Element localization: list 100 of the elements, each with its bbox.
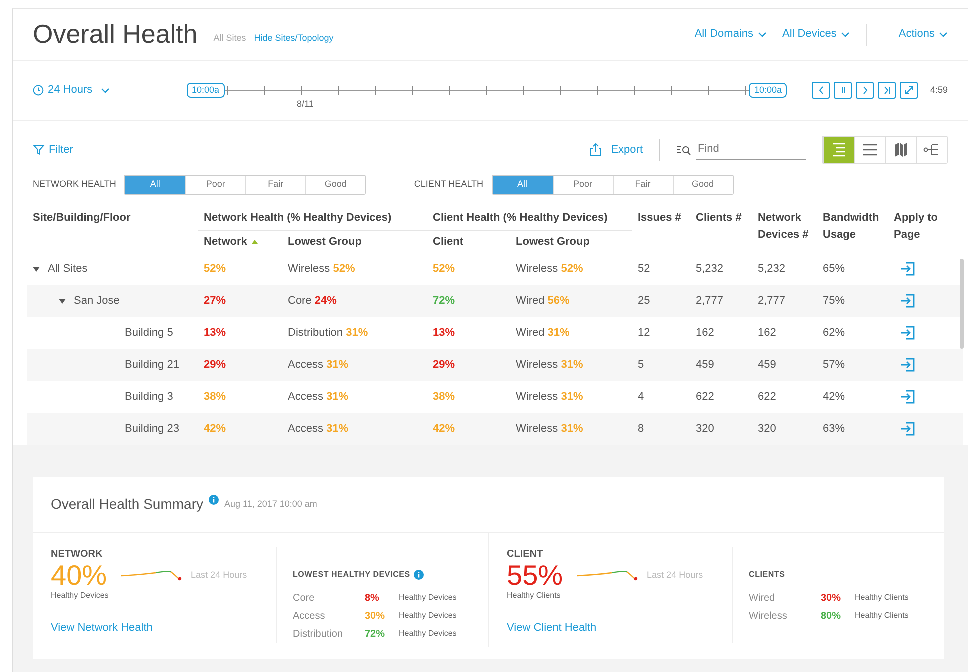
pause-button[interactable] <box>834 82 852 99</box>
filter-label: CLIENT HEALTH <box>414 178 484 192</box>
view-mode-toggle[interactable] <box>822 136 948 164</box>
filter-button[interactable]: Filter <box>33 142 74 158</box>
view-health-link[interactable]: View Network Health <box>51 620 153 636</box>
site-name[interactable]: San Jose <box>74 292 120 310</box>
column-header: Site/Building/Floor <box>27 207 198 253</box>
table-cell: 622 <box>758 390 776 403</box>
site-name[interactable]: Building 21 <box>125 356 180 374</box>
summary-title: Overall Health Summary <box>51 495 204 514</box>
column-header: Apply to Page <box>893 211 939 242</box>
breakdown-caption: Healthy Devices <box>399 610 457 622</box>
dropdown-menu-button[interactable]: All Domains <box>694 26 767 43</box>
column-header: Network Devices # <box>757 211 810 242</box>
network-health-value: 27% <box>204 294 226 307</box>
column-header: Lowest Group <box>510 230 632 253</box>
lowest-group-value: Wireless 52% <box>288 262 356 275</box>
filter-option[interactable]: All <box>125 176 186 194</box>
table-cell: 320 <box>758 422 776 435</box>
map-icon <box>892 141 910 159</box>
summary-timestamp: Aug 11, 2017 10:00 am <box>224 498 318 511</box>
table-cell: 63% <box>823 422 846 435</box>
column-header: Clients # <box>695 211 743 226</box>
breakdown-caption: Healthy Clients <box>855 610 909 622</box>
breakdown-caption: Healthy Clients <box>855 592 909 604</box>
start-time-handle[interactable]: 10:00a <box>187 82 225 98</box>
lowest-group-value: Distribution 31% <box>288 326 368 339</box>
breakdown-value: 8% <box>365 592 380 606</box>
lowest-group-value: Wireless 31% <box>516 358 584 371</box>
apply-to-page-icon[interactable] <box>900 388 916 405</box>
site-name[interactable]: All Sites <box>48 260 88 278</box>
table-cell: 622 <box>696 390 714 403</box>
table-cell: 25 <box>638 294 650 307</box>
table-cell: 5 <box>638 358 644 371</box>
export-icon <box>589 143 604 157</box>
table-cell: 12 <box>638 326 650 339</box>
expand-button[interactable] <box>900 82 918 99</box>
column-group-header: Client Health (% Healthy Devices) <box>427 207 632 230</box>
view-mode-button[interactable] <box>916 137 947 163</box>
breakdown-value: 30% <box>821 592 842 606</box>
column-header[interactable]: Network <box>198 230 282 253</box>
apply-to-page-icon[interactable] <box>900 420 916 437</box>
time-range-dropdown[interactable]: 24 Hours <box>33 82 163 99</box>
breakdown-name: Access <box>293 610 326 624</box>
info-icon[interactable] <box>414 570 424 580</box>
client-health-value: 72% <box>433 294 456 307</box>
site-name[interactable]: Building 23 <box>125 420 180 438</box>
apply-to-page-icon[interactable] <box>900 356 916 373</box>
breakdown-name: Distribution <box>293 628 344 642</box>
table-cell: 4 <box>638 390 644 403</box>
lowest-group-value: Access 31% <box>288 422 349 435</box>
end-time-handle[interactable]: 10:00a <box>749 82 787 98</box>
panel-heading: NETWORK <box>51 548 104 562</box>
table-cell: 52 <box>638 262 650 275</box>
health-caption: Healthy Devices <box>51 590 110 602</box>
tree-list-icon <box>830 141 848 159</box>
info-icon[interactable] <box>208 494 218 504</box>
table-cell: 75% <box>823 294 846 307</box>
lowest-group-value: Access 31% <box>288 390 349 403</box>
filter-option[interactable]: Good <box>305 176 366 194</box>
trend-label: Last 24 Hours <box>191 569 248 582</box>
health-percentage: 40% <box>51 562 108 590</box>
column-header: Bandwidth Usage <box>822 211 880 242</box>
apply-to-page-icon[interactable] <box>900 324 916 341</box>
breakdown-caption: Healthy Devices <box>399 592 457 604</box>
collapse-caret-icon[interactable] <box>33 266 40 272</box>
site-name[interactable]: Building 3 <box>125 388 174 406</box>
apply-to-page-icon[interactable] <box>900 292 916 309</box>
column-header: Issues # <box>632 207 690 253</box>
view-health-link[interactable]: View Client Health <box>507 620 597 636</box>
client-health-value: 52% <box>433 262 456 275</box>
clock-icon <box>33 85 44 96</box>
collapse-caret-icon[interactable] <box>59 298 66 304</box>
dropdown-menu-button[interactable]: All Devices <box>782 26 850 43</box>
site-name[interactable]: Building 5 <box>125 324 174 342</box>
filter-option[interactable]: Good <box>672 176 733 194</box>
network-health-value: 52% <box>204 262 226 275</box>
hide-topology-link[interactable]: Hide Sites/Topology <box>254 32 334 46</box>
breakdown-title: CLIENTS <box>749 569 786 581</box>
client-health-value: 29% <box>433 358 456 371</box>
filter-option[interactable]: All <box>492 176 553 194</box>
next-button[interactable] <box>856 82 874 99</box>
chevron-down-icon <box>840 32 850 38</box>
chevron-down-icon <box>939 32 948 38</box>
chevron-down-icon <box>100 88 110 94</box>
breakdown-name: Core <box>293 592 316 606</box>
expand-icon <box>904 85 915 96</box>
table-cell: 162 <box>758 326 776 339</box>
lowest-group-value: Wireless 31% <box>516 390 584 403</box>
previous-button[interactable] <box>812 82 830 99</box>
dropdown-menu-button[interactable]: Actions <box>898 26 948 43</box>
apply-to-page-icon[interactable] <box>900 260 916 277</box>
page-title: Overall Health <box>33 18 198 51</box>
export-button[interactable]: Export <box>589 142 643 158</box>
skip-end-icon <box>882 85 893 96</box>
skip-to-end-button[interactable] <box>878 82 896 99</box>
lowest-group-value: Wired 31% <box>516 326 570 339</box>
scrollbar[interactable] <box>960 259 964 349</box>
health-caption: Healthy Clients <box>507 590 562 602</box>
lowest-group-value: Core 24% <box>288 294 337 307</box>
